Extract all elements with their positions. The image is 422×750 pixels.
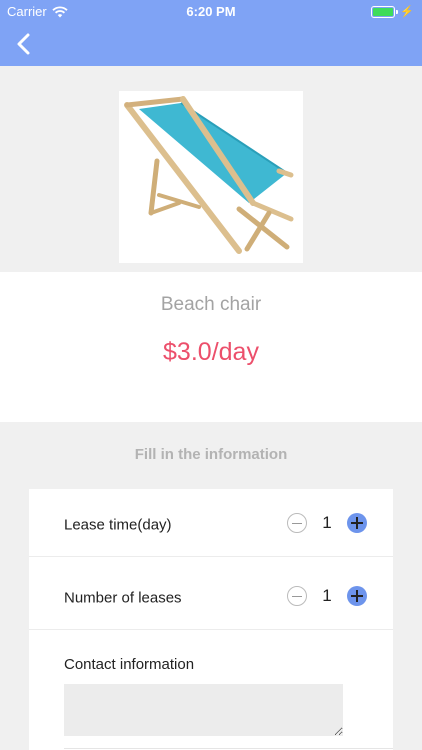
contact-information-label: Contact information <box>64 656 195 673</box>
lease-time-value: 1 <box>322 513 332 532</box>
product-info: Beach chair $3.0/day <box>0 272 422 422</box>
nav-bar <box>0 22 422 66</box>
divider <box>64 748 393 749</box>
back-arrow-icon <box>17 33 30 55</box>
product-image-area <box>0 66 422 272</box>
contact-information-input[interactable] <box>64 684 343 736</box>
lease-time-stepper: 1 <box>287 513 367 533</box>
section-title: Fill in the information <box>134 446 288 463</box>
lease-time-row: Lease time(day) 1 <box>29 489 393 557</box>
number-of-leases-minus-icon[interactable] <box>287 586 307 606</box>
lease-time-label: Lease time(day) <box>64 516 172 534</box>
number-of-leases-value: 1 <box>322 586 332 605</box>
charging-icon: ⚡ <box>400 6 414 18</box>
clock: 6:20 PM <box>186 4 236 19</box>
product-price: $3.0/day <box>163 338 259 366</box>
number-of-leases-label: Number of leases <box>64 589 182 607</box>
number-of-leases-stepper: 1 <box>287 586 367 606</box>
number-of-leases-row: Number of leases 1 <box>29 562 393 630</box>
lease-time-plus-icon[interactable] <box>347 513 367 533</box>
product-name: Beach chair <box>160 294 262 315</box>
beach-chair-illustration <box>124 96 294 254</box>
battery-status: ⚡ <box>371 5 414 18</box>
back-button[interactable] <box>10 28 40 60</box>
lease-form: Lease time(day) 1 Number of leases 1 Con… <box>29 489 393 750</box>
status-bar: Carrier 6:20 PM ⚡ <box>0 0 422 22</box>
product-image <box>119 91 303 263</box>
number-of-leases-plus-icon[interactable] <box>347 586 367 606</box>
battery-icon <box>371 5 399 18</box>
lease-time-minus-icon[interactable] <box>287 513 307 533</box>
